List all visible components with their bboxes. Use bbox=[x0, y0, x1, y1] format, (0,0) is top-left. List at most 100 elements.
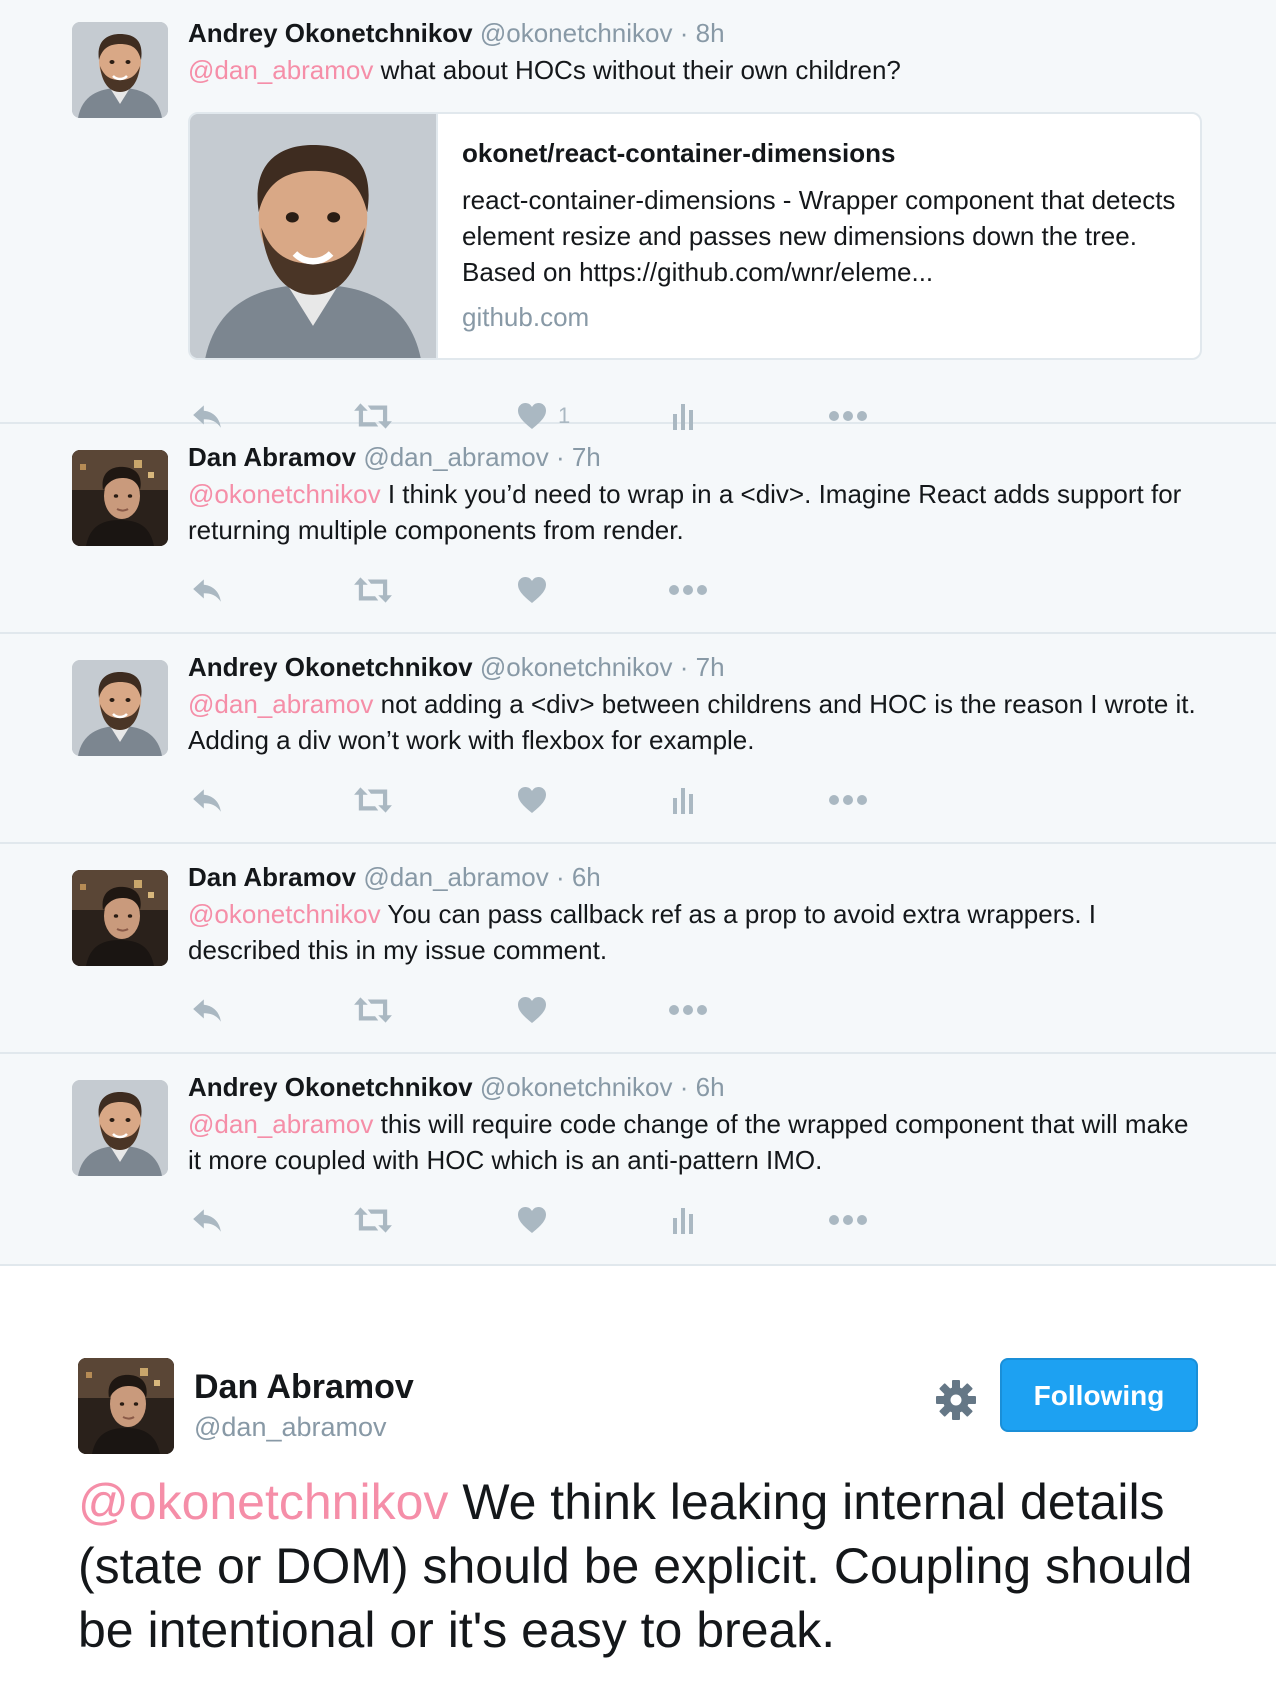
user-handle[interactable]: @okonetchnikov bbox=[480, 1072, 673, 1102]
avatar[interactable] bbox=[72, 660, 168, 756]
tweet-text: @okonetchnikov We think leaking internal… bbox=[78, 1470, 1238, 1662]
tweet-text: @dan_abramov what about HOCs without the… bbox=[188, 52, 1208, 88]
reply-tweet[interactable]: Dan Abramov @dan_abramov · 7h @okonetchn… bbox=[0, 424, 1276, 634]
more-button[interactable] bbox=[668, 570, 708, 610]
timestamp[interactable]: 8h bbox=[696, 18, 725, 48]
like-button[interactable] bbox=[516, 780, 548, 820]
retweet-button[interactable] bbox=[352, 780, 394, 820]
tweet-header: Andrey Okonetchnikov @okonetchnikov · 8h bbox=[188, 18, 725, 49]
tweet-text: @okonetchnikov I think you’d need to wra… bbox=[188, 476, 1208, 548]
user-name[interactable]: Andrey Okonetchnikov bbox=[188, 652, 473, 682]
avatar[interactable] bbox=[78, 1358, 174, 1454]
more-button[interactable] bbox=[828, 1200, 868, 1240]
user-handle[interactable]: @dan_abramov bbox=[363, 442, 548, 472]
separator-dot: · bbox=[555, 862, 565, 892]
retweet-button[interactable] bbox=[352, 990, 394, 1030]
avatar[interactable] bbox=[72, 22, 168, 118]
user-name[interactable]: Dan Abramov bbox=[188, 442, 356, 472]
reply-tweet[interactable]: Andrey Okonetchnikov @okonetchnikov · 8h… bbox=[0, 0, 1276, 424]
card-description: react-container-dimensions - Wrapper com… bbox=[462, 185, 1176, 287]
user-handle[interactable]: @okonetchnikov bbox=[480, 18, 673, 48]
like-icon bbox=[516, 994, 548, 1026]
like-icon bbox=[516, 784, 548, 816]
like-button[interactable] bbox=[516, 570, 548, 610]
tweet-actions bbox=[188, 1200, 888, 1240]
card-image bbox=[190, 114, 438, 358]
timestamp[interactable]: 7h bbox=[572, 442, 601, 472]
analytics-icon bbox=[670, 1204, 696, 1236]
timestamp[interactable]: 6h bbox=[572, 862, 601, 892]
avatar[interactable] bbox=[72, 450, 168, 546]
reply-button[interactable] bbox=[190, 780, 224, 820]
reply-tweet[interactable]: Andrey Okonetchnikov @okonetchnikov · 6h… bbox=[0, 1054, 1276, 1266]
reply-button[interactable] bbox=[190, 1200, 224, 1240]
user-name[interactable]: Dan Abramov bbox=[188, 862, 356, 892]
user-handle[interactable]: @dan_abramov bbox=[363, 862, 548, 892]
tweet-actions bbox=[188, 780, 888, 820]
like-icon bbox=[516, 574, 548, 606]
tweet-header: Dan Abramov @dan_abramov · 7h bbox=[188, 442, 601, 473]
user-name[interactable]: Andrey Okonetchnikov bbox=[188, 1072, 473, 1102]
reply-tweet[interactable]: Dan Abramov @dan_abramov · 6h @okonetchn… bbox=[0, 844, 1276, 1054]
more-icon bbox=[668, 583, 708, 597]
separator-dot: · bbox=[679, 18, 689, 48]
tweet-actions bbox=[188, 570, 888, 610]
like-icon bbox=[516, 1204, 548, 1236]
analytics-button[interactable] bbox=[670, 780, 696, 820]
user-name[interactable]: Andrey Okonetchnikov bbox=[188, 18, 473, 48]
focused-tweet: Dan Abramov @dan_abramov Following @okon… bbox=[0, 1300, 1276, 1696]
timestamp[interactable]: 6h bbox=[696, 1072, 725, 1102]
reply-button[interactable] bbox=[190, 570, 224, 610]
more-icon bbox=[828, 409, 868, 423]
tweet-header: Dan Abramov @dan_abramov · 6h bbox=[188, 862, 601, 893]
reply-icon bbox=[190, 1203, 224, 1237]
reply-button[interactable] bbox=[190, 990, 224, 1030]
tweet-text: @dan_abramov this will require code chan… bbox=[188, 1106, 1208, 1178]
avatar[interactable] bbox=[72, 870, 168, 966]
retweet-icon bbox=[352, 993, 394, 1027]
mention-link[interactable]: @dan_abramov bbox=[188, 55, 373, 85]
more-button[interactable] bbox=[668, 990, 708, 1030]
separator-dot: · bbox=[555, 442, 565, 472]
reply-icon bbox=[190, 573, 224, 607]
analytics-icon bbox=[670, 784, 696, 816]
mention-link[interactable]: @okonetchnikov bbox=[78, 1474, 448, 1530]
tweet-body: what about HOCs without their own childr… bbox=[373, 55, 901, 85]
retweet-icon bbox=[352, 1203, 394, 1237]
like-button[interactable] bbox=[516, 1200, 548, 1240]
tweet-header: Andrey Okonetchnikov @okonetchnikov · 7h bbox=[188, 652, 725, 683]
gear-icon[interactable] bbox=[932, 1376, 980, 1424]
avatar[interactable] bbox=[72, 1080, 168, 1176]
user-handle[interactable]: @dan_abramov bbox=[194, 1412, 387, 1443]
mention-link[interactable]: @okonetchnikov bbox=[188, 899, 381, 929]
user-name[interactable]: Dan Abramov bbox=[194, 1368, 414, 1407]
mention-link[interactable]: @dan_abramov bbox=[188, 1109, 373, 1139]
reply-tweet[interactable]: Andrey Okonetchnikov @okonetchnikov · 7h… bbox=[0, 634, 1276, 844]
like-button[interactable] bbox=[516, 990, 548, 1030]
separator-dot: · bbox=[679, 1072, 689, 1102]
link-card[interactable]: okonet/react-container-dimensions react-… bbox=[188, 112, 1202, 360]
retweet-button[interactable] bbox=[352, 570, 394, 610]
conversation-thread: Andrey Okonetchnikov @okonetchnikov · 8h… bbox=[0, 0, 1276, 1266]
more-icon bbox=[828, 793, 868, 807]
analytics-button[interactable] bbox=[670, 1200, 696, 1240]
card-domain: github.com bbox=[462, 302, 590, 332]
timestamp[interactable]: 7h bbox=[696, 652, 725, 682]
retweet-icon bbox=[352, 573, 394, 607]
tweet-text: @dan_abramov not adding a <div> between … bbox=[188, 686, 1208, 758]
more-icon bbox=[828, 1213, 868, 1227]
card-title: okonet/react-container-dimensions bbox=[462, 138, 896, 168]
user-handle[interactable]: @okonetchnikov bbox=[480, 652, 673, 682]
mention-link[interactable]: @dan_abramov bbox=[188, 689, 373, 719]
reply-icon bbox=[190, 993, 224, 1027]
tweet-actions bbox=[188, 990, 888, 1030]
more-button[interactable] bbox=[828, 780, 868, 820]
following-button[interactable]: Following bbox=[1000, 1358, 1198, 1432]
reply-icon bbox=[190, 783, 224, 817]
retweet-icon bbox=[352, 783, 394, 817]
tweet-text: @okonetchnikov You can pass callback ref… bbox=[188, 896, 1208, 968]
mention-link[interactable]: @okonetchnikov bbox=[188, 479, 381, 509]
more-icon bbox=[668, 1003, 708, 1017]
tweet-header: Andrey Okonetchnikov @okonetchnikov · 6h bbox=[188, 1072, 725, 1103]
retweet-button[interactable] bbox=[352, 1200, 394, 1240]
